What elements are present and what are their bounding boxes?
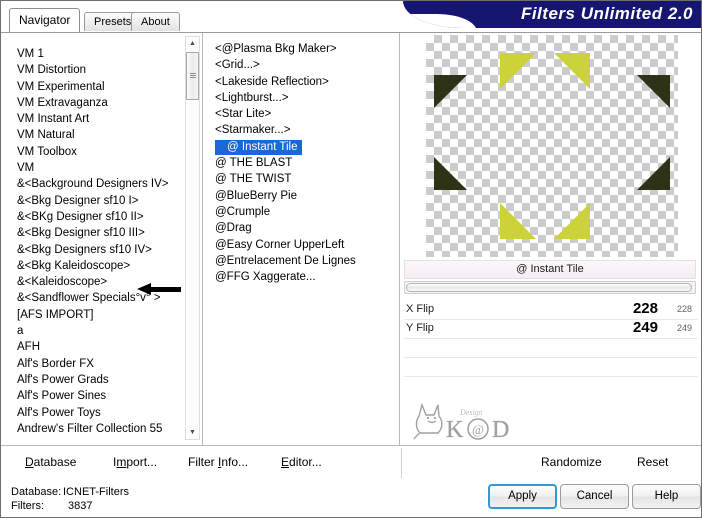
parameter-row[interactable]: X Flip 228 228 xyxy=(404,300,698,320)
preview-corner-bottom-right xyxy=(637,157,670,190)
filter-list-item[interactable]: @FFG Xaggerate... xyxy=(203,269,399,285)
category-list-item[interactable]: VM Experimental xyxy=(1,79,202,95)
preview-pane: @ Instant Tile X Flip 228 228 Y Flip 249 249 … xyxy=(400,33,701,445)
preview-corner-top-right xyxy=(637,75,670,108)
command-toolbar: Database Import... Filter Info... Editor… xyxy=(1,445,701,481)
preview-scrollbar-thumb[interactable] xyxy=(406,283,692,292)
preview-triangle-bottom-left xyxy=(500,203,536,239)
filter-list-item[interactable]: <Starmaker...> xyxy=(203,122,399,138)
editor-button[interactable]: Editor... xyxy=(281,455,322,469)
filter-list-item[interactable]: @ Instant Tile xyxy=(203,139,399,155)
filter-list-item[interactable]: @Easy Corner UpperLeft xyxy=(203,237,399,253)
parameter-label: X Flip xyxy=(406,303,435,315)
preview-corner-bottom-left xyxy=(434,157,467,190)
import-button[interactable]: Import... xyxy=(113,455,157,469)
preview-image[interactable] xyxy=(426,35,678,257)
apply-button[interactable]: Apply xyxy=(488,484,557,509)
category-list[interactable]: VM 1 VM Distortion VM Experimental VM Extra… xyxy=(1,33,202,445)
selected-filter-name: @ Instant Tile xyxy=(404,260,696,279)
category-list-item[interactable]: VM Toolbox xyxy=(1,144,202,160)
filter-info-button[interactable]: Filter Info... xyxy=(188,455,248,469)
filter-list-item-selected[interactable]: @ Instant Tile xyxy=(215,139,303,155)
help-button[interactable]: Help xyxy=(632,484,701,509)
filter-list-item[interactable]: <Lightburst...> xyxy=(203,90,399,106)
scroll-up-arrow[interactable]: ▲ xyxy=(186,37,199,50)
preview-corner-top-left xyxy=(434,75,467,108)
category-list-item[interactable]: &<BKg Designer sf10 II> xyxy=(1,209,202,225)
status-filters-label: Filters: xyxy=(11,500,44,512)
status-database-value: ICNET-Filters xyxy=(63,486,129,498)
tab-navigator[interactable]: Navigator xyxy=(9,8,81,32)
category-list-item[interactable]: &<Bkg Designers sf10 IV> xyxy=(1,242,202,258)
category-list-scrollbar[interactable]: ▲ ▼ xyxy=(185,36,200,440)
reset-button[interactable]: Reset xyxy=(637,455,668,469)
randomize-button[interactable]: Randomize xyxy=(541,455,602,469)
status-footer: Database: ICNET-Filters Filters: 3837 Ap… xyxy=(1,480,701,517)
status-filters-value: 3837 xyxy=(68,500,93,512)
parameter-row-empty xyxy=(404,339,698,358)
annotation-arrow-icon xyxy=(137,283,181,295)
parameter-value: 228 xyxy=(632,300,658,317)
parameter-value-secondary: 249 xyxy=(676,323,692,333)
main-content: VM 1 VM Distortion VM Experimental VM Extra… xyxy=(1,33,701,445)
category-list-item[interactable]: &<Bkg Designer sf10 I> xyxy=(1,193,202,209)
tab-strip: Navigator Presets About xyxy=(1,8,701,34)
parameter-list: X Flip 228 228 Y Flip 249 249 xyxy=(404,300,698,377)
preview-triangle-bottom-right xyxy=(554,203,590,239)
category-list-item[interactable]: VM Distortion xyxy=(1,62,202,78)
parameter-value-secondary: 228 xyxy=(676,304,692,314)
filter-list-item[interactable]: <@Plasma Bkg Maker> xyxy=(203,41,399,57)
cancel-button[interactable]: Cancel xyxy=(560,484,629,509)
filter-list-item[interactable]: <Grid...> xyxy=(203,57,399,73)
svg-text:@: @ xyxy=(472,422,484,437)
parameter-row[interactable]: Y Flip 249 249 xyxy=(404,319,698,339)
category-list-pane: VM 1 VM Distortion VM Experimental VM Extra… xyxy=(1,33,203,445)
category-list-item[interactable]: VM 1 xyxy=(1,46,202,62)
parameter-value: 249 xyxy=(632,319,658,336)
parameter-row-empty xyxy=(404,358,698,377)
filter-list-item[interactable]: <Lakeside Reflection> xyxy=(203,74,399,90)
database-button-label: atabase xyxy=(33,455,77,469)
scrollbar-grip xyxy=(190,73,196,79)
filter-list-item[interactable]: @Crumple xyxy=(203,204,399,220)
filter-list-item[interactable]: @BlueBerry Pie xyxy=(203,188,399,204)
filter-list-item[interactable]: @ THE TWIST xyxy=(203,171,399,187)
status-database-label: Database: xyxy=(11,486,62,498)
preview-triangle-top-left xyxy=(500,53,536,89)
category-list-item[interactable]: a xyxy=(1,323,202,339)
category-list-item[interactable]: &<Bkg Kaleidoscope> xyxy=(1,258,202,274)
category-list-item[interactable]: &<Background Designers IV> xyxy=(1,176,202,192)
category-list-item[interactable]: VM Extravaganza xyxy=(1,95,202,111)
category-list-item[interactable]: VM xyxy=(1,160,202,176)
scrollbar-thumb[interactable] xyxy=(186,52,199,100)
filters-unlimited-window: Filters Unlimited 2.0 Navigator Presets … xyxy=(0,0,702,518)
category-list-item[interactable]: Alf's Power Toys xyxy=(1,405,202,421)
parameter-label: Y Flip xyxy=(406,322,434,334)
category-list-item[interactable]: Alf's Power Sines xyxy=(1,388,202,404)
preview-horizontal-scrollbar[interactable] xyxy=(404,281,696,294)
preview-triangle-top-right xyxy=(554,53,590,89)
category-list-item[interactable]: VM Instant Art xyxy=(1,111,202,127)
category-list-item[interactable]: AFH xyxy=(1,339,202,355)
category-list-item[interactable]: [AFS IMPORT] xyxy=(1,307,202,323)
filter-list-item[interactable]: @ THE BLAST xyxy=(203,155,399,171)
tab-about[interactable]: About xyxy=(131,12,180,31)
filter-list-pane: <@Plasma Bkg Maker> <Grid...> <Lakeside Re… xyxy=(203,33,400,445)
category-list-item[interactable]: &<Bkg Designer sf10 III> xyxy=(1,225,202,241)
filter-list[interactable]: <@Plasma Bkg Maker> <Grid...> <Lakeside Re… xyxy=(203,33,399,445)
kad-watermark-logo: K @ D Design xyxy=(408,395,548,443)
category-list-item[interactable]: Andrew's Filter Collection 55 xyxy=(1,421,202,437)
toolbar-divider xyxy=(401,448,402,478)
watermark-subtext: Design xyxy=(459,408,483,417)
category-list-item[interactable]: Alf's Border FX xyxy=(1,356,202,372)
filter-list-item[interactable]: @Drag xyxy=(203,220,399,236)
svg-text:K: K xyxy=(446,417,464,443)
category-list-item[interactable]: Alf's Power Grads xyxy=(1,372,202,388)
filter-list-item[interactable]: @Entrelacement De Lignes xyxy=(203,253,399,269)
svg-text:D: D xyxy=(492,417,509,443)
scroll-down-arrow[interactable]: ▼ xyxy=(186,426,199,439)
category-list-item[interactable]: VM Natural xyxy=(1,127,202,143)
database-button[interactable]: Database xyxy=(25,455,76,469)
filter-list-item[interactable]: <Star Lite> xyxy=(203,106,399,122)
